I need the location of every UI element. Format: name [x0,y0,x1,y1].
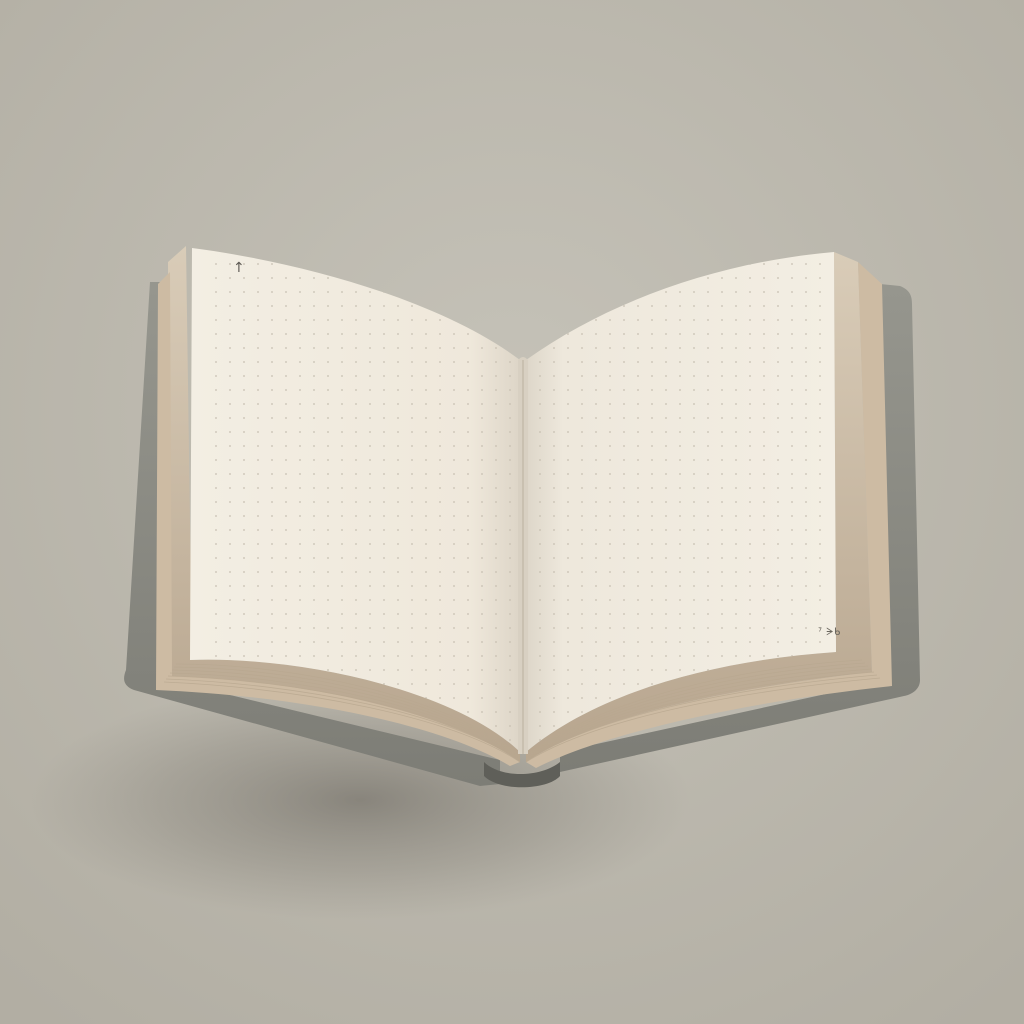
notebook-scene [0,0,1024,1024]
